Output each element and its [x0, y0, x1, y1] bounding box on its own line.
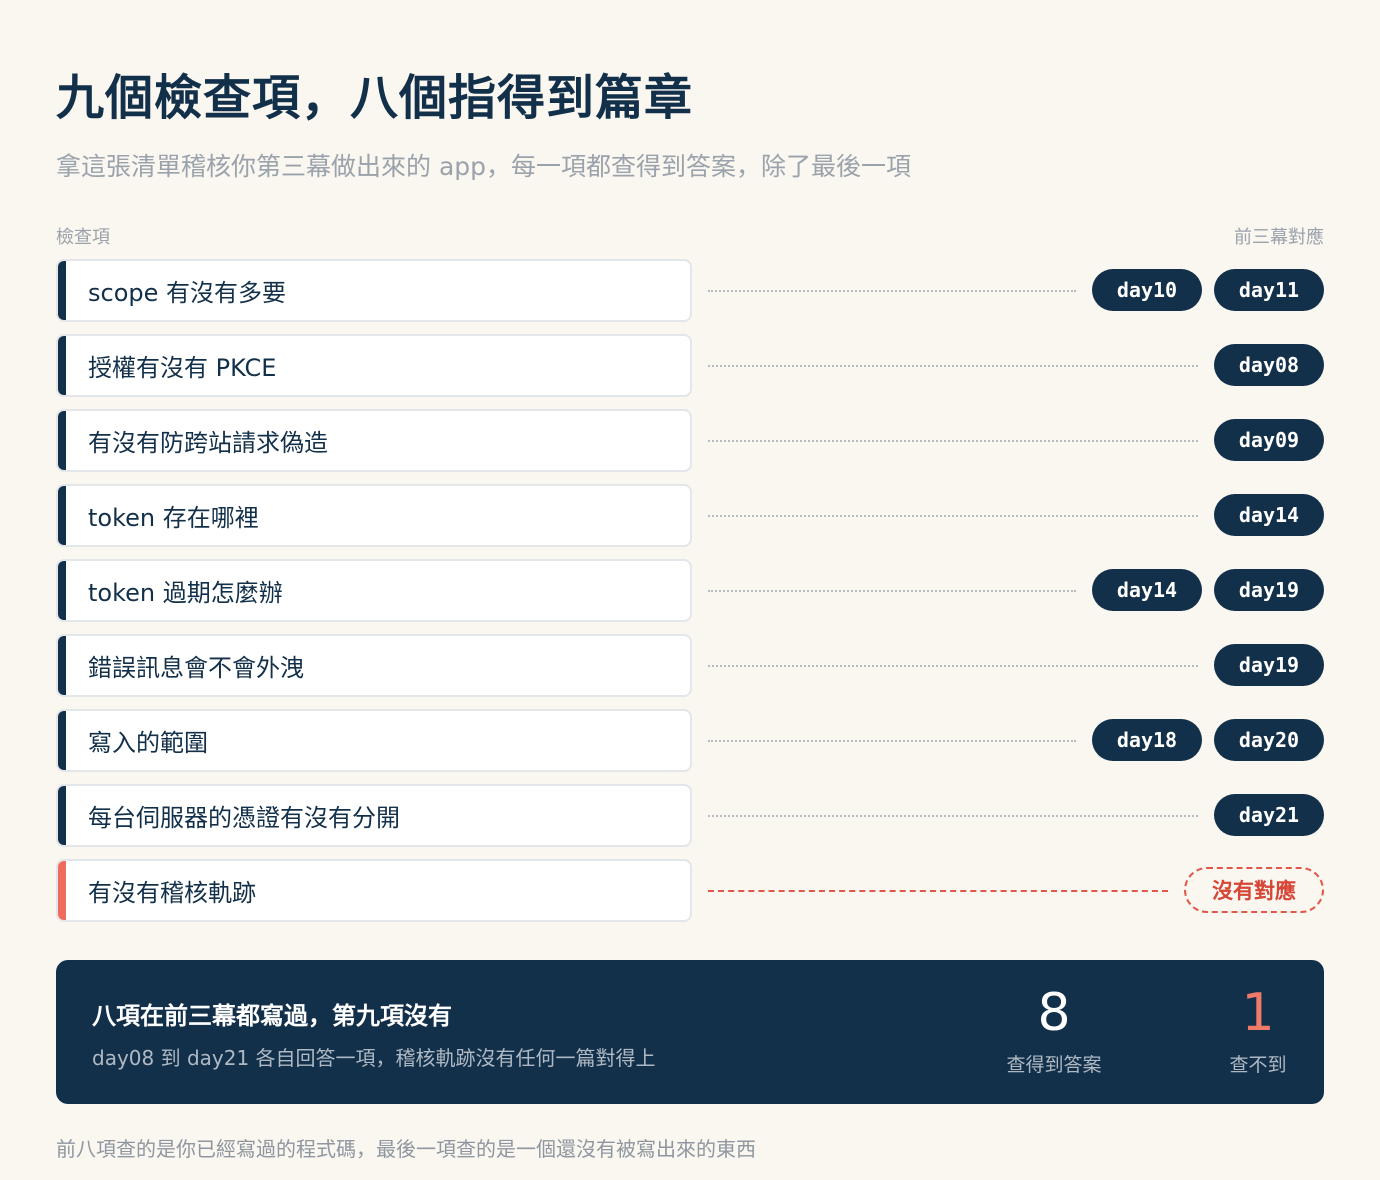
- day-badges: day14 day19: [1092, 569, 1324, 611]
- check-item-label: 錯誤訊息會不會外洩: [88, 654, 304, 682]
- day-badge: day18: [1092, 719, 1202, 761]
- footer-note: 前八項查的是你已經寫過的程式碼，最後一項查的是一個還沒有被寫出來的東西: [56, 1137, 756, 1161]
- leader-line: [708, 740, 1076, 742]
- checklist-row: token 存在哪裡 day14: [56, 484, 1324, 547]
- check-item-label: 授權有沒有 PKCE: [88, 354, 277, 382]
- check-item-label: 寫入的範圍: [88, 729, 208, 757]
- checklist-row: 每台伺服器的憑證有沒有分開 day21: [56, 784, 1324, 847]
- checklist-row: scope 有沒有多要 day10 day11: [56, 259, 1324, 322]
- leader-line: [708, 815, 1198, 817]
- day-badge: day20: [1214, 719, 1324, 761]
- checklist-row: token 過期怎麼辦 day14 day19: [56, 559, 1324, 622]
- checklist-row: 有沒有防跨站請求偽造 day09: [56, 409, 1324, 472]
- stat-missing: 1 查不到: [1218, 982, 1298, 1077]
- day-badge: day09: [1214, 419, 1324, 461]
- column-header-checks: 檢查項: [56, 227, 110, 248]
- day-badges: day14: [1214, 494, 1324, 536]
- day-badge: day11: [1214, 269, 1324, 311]
- check-item-card: 有沒有稽核軌跡: [56, 859, 692, 922]
- no-match-badge: 沒有對應: [1184, 867, 1324, 913]
- checklist-row: 寫入的範圍 day18 day20: [56, 709, 1324, 772]
- leader-line: [708, 290, 1076, 292]
- stat-found-label: 查得到答案: [1006, 1054, 1102, 1076]
- checklist: scope 有沒有多要 day10 day11 授權有沒有 PKCE day08…: [56, 259, 1324, 934]
- day-badges: day08: [1214, 344, 1324, 386]
- day-badge: day19: [1214, 569, 1324, 611]
- day-badges: 沒有對應: [1184, 867, 1324, 913]
- day-badge: day14: [1092, 569, 1202, 611]
- day-badges: day21: [1214, 794, 1324, 836]
- page: 九個檢查項，八個指得到篇章 拿這張清單稽核你第三幕做出來的 app，每一項都查得…: [0, 0, 1380, 1180]
- day-badge: day19: [1214, 644, 1324, 686]
- check-item-label: 每台伺服器的憑證有沒有分開: [88, 804, 400, 832]
- checklist-row: 錯誤訊息會不會外洩 day19: [56, 634, 1324, 697]
- check-item-card: scope 有沒有多要: [56, 259, 692, 322]
- summary-description: day08 到 day21 各自回答一項，稽核軌跡沒有任何一篇對得上: [92, 1046, 656, 1070]
- day-badge: day14: [1214, 494, 1324, 536]
- check-item-card: token 存在哪裡: [56, 484, 692, 547]
- stat-missing-label: 查不到: [1229, 1054, 1287, 1076]
- day-badge: day21: [1214, 794, 1324, 836]
- leader-line: [708, 440, 1198, 442]
- leader-line: [708, 590, 1076, 592]
- page-subtitle: 拿這張清單稽核你第三幕做出來的 app，每一項都查得到答案，除了最後一項: [56, 152, 912, 181]
- stat-found-count: 8: [1037, 983, 1071, 1043]
- day-badge: day10: [1092, 269, 1202, 311]
- day-badges: day18 day20: [1092, 719, 1324, 761]
- check-item-label: 有沒有稽核軌跡: [88, 879, 256, 907]
- day-badge: day08: [1214, 344, 1324, 386]
- check-item-card: token 過期怎麼辦: [56, 559, 692, 622]
- day-badges: day19: [1214, 644, 1324, 686]
- check-item-card: 寫入的範圍: [56, 709, 692, 772]
- day-badges: day10 day11: [1092, 269, 1324, 311]
- stat-found: 8 查得到答案: [996, 982, 1112, 1077]
- column-header-mapping: 前三幕對應: [1234, 227, 1324, 248]
- page-title: 九個檢查項，八個指得到篇章: [56, 70, 694, 126]
- stat-missing-count: 1: [1241, 983, 1275, 1043]
- leader-line: [708, 365, 1198, 367]
- leader-line: [708, 665, 1198, 667]
- summary-panel: 八項在前三幕都寫過，第九項沒有 day08 到 day21 各自回答一項，稽核軌…: [56, 960, 1324, 1104]
- check-item-label: token 過期怎麼辦: [88, 579, 283, 607]
- check-item-label: 有沒有防跨站請求偽造: [88, 429, 328, 457]
- summary-heading: 八項在前三幕都寫過，第九項沒有: [92, 1002, 452, 1030]
- day-badges: day09: [1214, 419, 1324, 461]
- check-item-label: scope 有沒有多要: [88, 279, 287, 307]
- check-item-label: token 存在哪裡: [88, 504, 259, 532]
- leader-line-dashed: [708, 890, 1168, 892]
- checklist-row-missing: 有沒有稽核軌跡 沒有對應: [56, 859, 1324, 922]
- check-item-card: 有沒有防跨站請求偽造: [56, 409, 692, 472]
- leader-line: [708, 515, 1198, 517]
- checklist-row: 授權有沒有 PKCE day08: [56, 334, 1324, 397]
- check-item-card: 錯誤訊息會不會外洩: [56, 634, 692, 697]
- check-item-card: 每台伺服器的憑證有沒有分開: [56, 784, 692, 847]
- check-item-card: 授權有沒有 PKCE: [56, 334, 692, 397]
